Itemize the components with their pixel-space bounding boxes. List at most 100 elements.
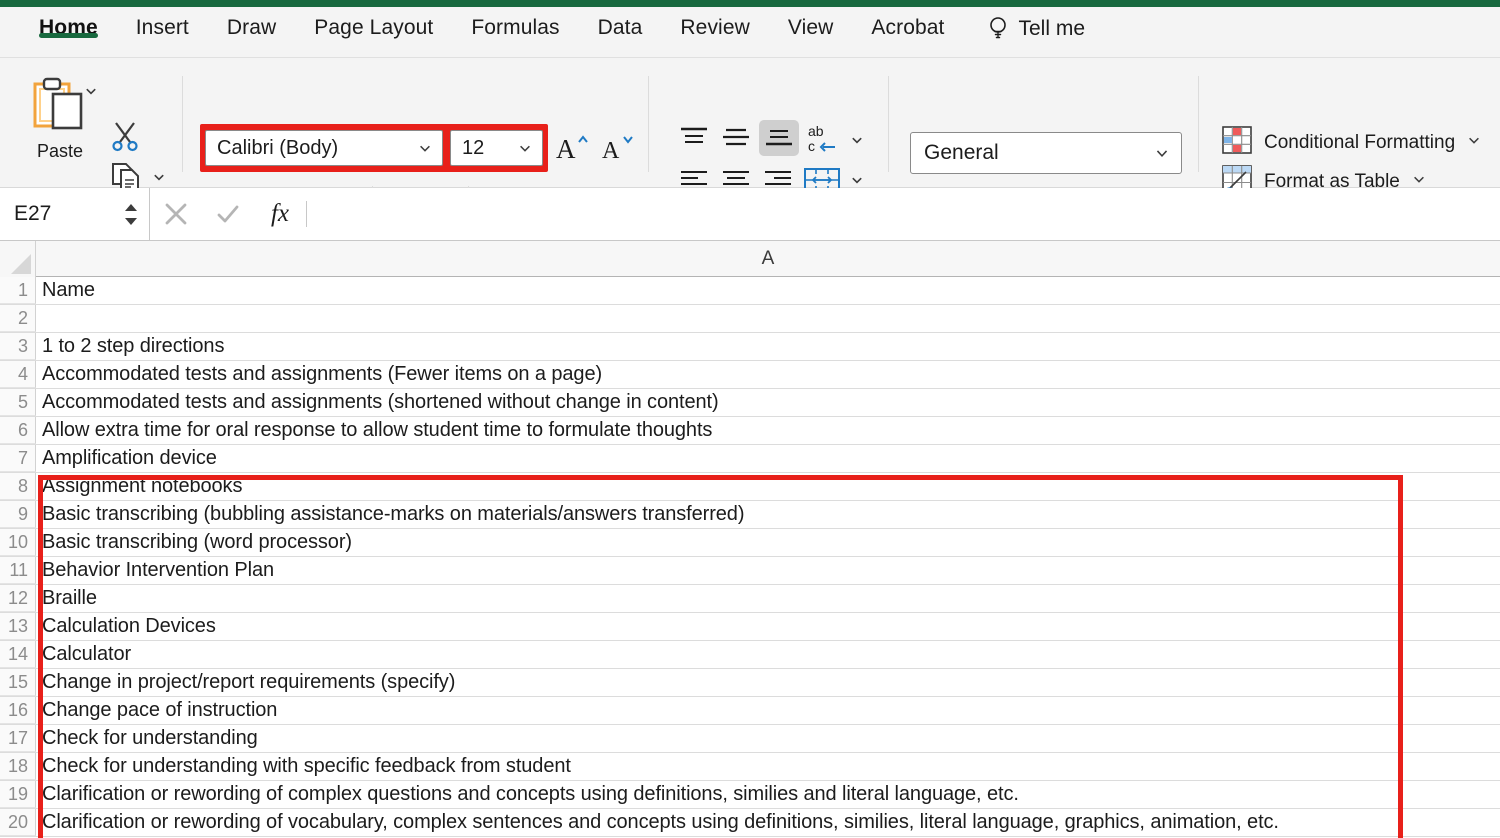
tab-review[interactable]: Review	[661, 7, 768, 40]
number-format-chevron-down-icon[interactable]	[1155, 146, 1181, 160]
name-box[interactable]: E27	[0, 188, 150, 240]
table-row[interactable]: 6Allow extra time for oral response to a…	[0, 417, 1500, 445]
table-row[interactable]: 4Accommodated tests and assignments (Few…	[0, 361, 1500, 389]
tab-insert[interactable]: Insert	[117, 7, 208, 40]
tab-data[interactable]: Data	[579, 7, 662, 40]
cell-a19[interactable]: Clarification or rewording of complex qu…	[36, 781, 1500, 808]
number-format-select[interactable]: General	[910, 132, 1182, 174]
cut-button[interactable]	[108, 120, 142, 157]
row-header[interactable]: 4	[0, 361, 36, 388]
column-header-a[interactable]: A	[36, 241, 1500, 276]
font-name-chevron-down-icon[interactable]	[418, 141, 442, 155]
tab-acrobat[interactable]: Acrobat	[852, 7, 963, 40]
row-header[interactable]: 5	[0, 389, 36, 416]
cell-a5[interactable]: Accommodated tests and assignments (shor…	[36, 389, 1500, 416]
decrease-font-size-button[interactable]: A	[598, 128, 638, 168]
cell-a12[interactable]: Braille	[36, 585, 1500, 612]
table-row[interactable]: 31 to 2 step directions	[0, 333, 1500, 361]
tab-home[interactable]: Home	[20, 7, 117, 40]
table-row[interactable]: 20Clarification or rewording of vocabula…	[0, 809, 1500, 837]
cell-a3[interactable]: 1 to 2 step directions	[36, 333, 1500, 360]
spreadsheet-grid[interactable]: A 1Name231 to 2 step directions4Accommod…	[0, 241, 1500, 838]
conditional-formatting-chevron-down-icon[interactable]	[1467, 133, 1481, 152]
select-all-corner[interactable]	[0, 241, 36, 277]
table-row[interactable]: 17Check for understanding	[0, 725, 1500, 753]
table-row[interactable]: 19Clarification or rewording of complex …	[0, 781, 1500, 809]
name-box-stepper[interactable]	[123, 202, 149, 227]
copy-dropdown-arrow[interactable]	[152, 170, 166, 189]
align-middle-button[interactable]	[718, 122, 754, 154]
grid-rows: 1Name231 to 2 step directions4Accommodat…	[0, 277, 1500, 837]
insert-function-button[interactable]: fx	[254, 188, 306, 240]
tab-view[interactable]: View	[769, 7, 853, 40]
table-row[interactable]: 14Calculator	[0, 641, 1500, 669]
row-header[interactable]: 14	[0, 641, 36, 668]
row-header[interactable]: 10	[0, 529, 36, 556]
tab-home-label: Home	[39, 16, 98, 39]
table-row[interactable]: 18Check for understanding with specific …	[0, 753, 1500, 781]
row-header[interactable]: 1	[0, 277, 36, 304]
row-header[interactable]: 3	[0, 333, 36, 360]
cell-a10[interactable]: Basic transcribing (word processor)	[36, 529, 1500, 556]
table-row[interactable]: 9Basic transcribing (bubbling assistance…	[0, 501, 1500, 529]
formula-input[interactable]	[307, 188, 1500, 240]
wrap-text-button[interactable]: abc	[806, 120, 846, 158]
wrap-text-dropdown-arrow[interactable]	[850, 133, 864, 152]
table-row[interactable]: 11Behavior Intervention Plan	[0, 557, 1500, 585]
cell-a14[interactable]: Calculator	[36, 641, 1500, 668]
row-header[interactable]: 2	[0, 305, 36, 332]
table-row[interactable]: 1Name	[0, 277, 1500, 305]
tab-formulas[interactable]: Formulas	[452, 7, 578, 40]
row-header[interactable]: 9	[0, 501, 36, 528]
table-row[interactable]: 5Accommodated tests and assignments (sho…	[0, 389, 1500, 417]
tab-formulas-label: Formulas	[471, 16, 559, 39]
cell-a2[interactable]	[36, 305, 1500, 332]
cell-a17[interactable]: Check for understanding	[36, 725, 1500, 752]
table-row[interactable]: 7Amplification device	[0, 445, 1500, 473]
cell-a13[interactable]: Calculation Devices	[36, 613, 1500, 640]
tab-draw[interactable]: Draw	[208, 7, 295, 40]
row-header[interactable]: 12	[0, 585, 36, 612]
cell-a7[interactable]: Amplification device	[36, 445, 1500, 472]
cell-a9[interactable]: Basic transcribing (bubbling assistance-…	[36, 501, 1500, 528]
row-header[interactable]: 18	[0, 753, 36, 780]
row-header[interactable]: 17	[0, 725, 36, 752]
cell-a15[interactable]: Change in project/report requirements (s…	[36, 669, 1500, 696]
cell-a20[interactable]: Clarification or rewording of vocabulary…	[36, 809, 1500, 836]
tab-page-layout[interactable]: Page Layout	[295, 7, 452, 40]
row-header[interactable]: 19	[0, 781, 36, 808]
table-row[interactable]: 16Change pace of instruction	[0, 697, 1500, 725]
table-row[interactable]: 12Braille	[0, 585, 1500, 613]
align-top-button[interactable]	[676, 122, 712, 154]
table-row[interactable]: 13Calculation Devices	[0, 613, 1500, 641]
table-row[interactable]: 15Change in project/report requirements …	[0, 669, 1500, 697]
cell-a16[interactable]: Change pace of instruction	[36, 697, 1500, 724]
align-bottom-button[interactable]	[759, 120, 799, 156]
cell-a6[interactable]: Allow extra time for oral response to al…	[36, 417, 1500, 444]
table-row[interactable]: 8Assignment notebooks	[0, 473, 1500, 501]
cell-a4[interactable]: Accommodated tests and assignments (Fewe…	[36, 361, 1500, 388]
cell-a1[interactable]: Name	[36, 277, 1500, 304]
cell-a18[interactable]: Check for understanding with specific fe…	[36, 753, 1500, 780]
row-header[interactable]: 6	[0, 417, 36, 444]
row-header[interactable]: 7	[0, 445, 36, 472]
row-header[interactable]: 15	[0, 669, 36, 696]
paste-dropdown-arrow[interactable]	[84, 84, 98, 103]
cancel-entry-button[interactable]	[150, 188, 202, 240]
tell-me-search[interactable]: Tell me	[964, 7, 1096, 42]
confirm-entry-button[interactable]	[202, 188, 254, 240]
cell-a8[interactable]: Assignment notebooks	[36, 473, 1500, 500]
font-size-chevron-down-icon[interactable]	[518, 141, 542, 155]
row-header[interactable]: 13	[0, 613, 36, 640]
increase-font-size-button[interactable]: A	[552, 128, 592, 168]
cell-a11[interactable]: Behavior Intervention Plan	[36, 557, 1500, 584]
table-row[interactable]: 10Basic transcribing (word processor)	[0, 529, 1500, 557]
font-size-input[interactable]: 12	[450, 130, 543, 166]
row-header[interactable]: 16	[0, 697, 36, 724]
table-row[interactable]: 2	[0, 305, 1500, 333]
font-name-input[interactable]: Calibri (Body)	[205, 130, 443, 166]
row-header[interactable]: 11	[0, 557, 36, 584]
row-header[interactable]: 20	[0, 809, 36, 836]
conditional-formatting-button[interactable]: Conditional Formatting	[1222, 126, 1481, 159]
row-header[interactable]: 8	[0, 473, 36, 500]
